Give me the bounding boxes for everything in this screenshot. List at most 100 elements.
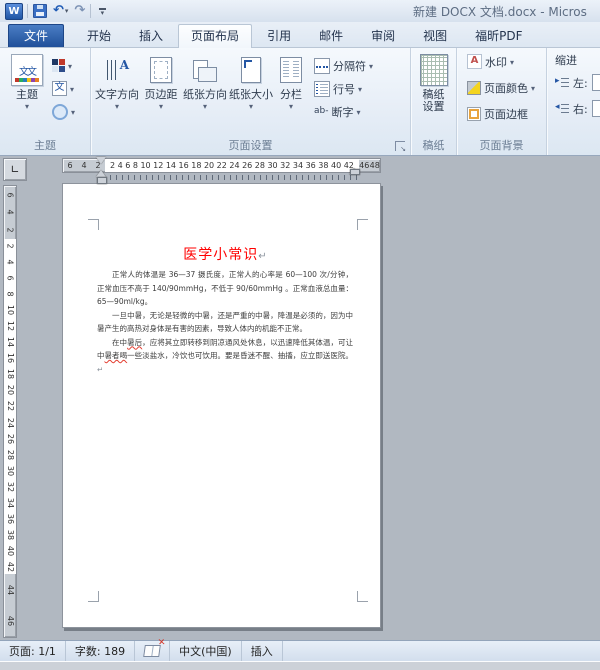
- paper-size-icon: [241, 57, 261, 83]
- vertical-ruler[interactable]: 642 246810121416182022242628303234363840…: [3, 185, 17, 638]
- misspelled-text: 暑后: [127, 338, 142, 347]
- indent-left-field[interactable]: [592, 74, 600, 91]
- status-word-count[interactable]: 字数: 189: [66, 641, 135, 661]
- undo-button[interactable]: [52, 3, 69, 19]
- right-indent-marker-base[interactable]: [350, 169, 360, 175]
- divider: [27, 4, 28, 18]
- margins-button[interactable]: 页边距: [140, 52, 182, 121]
- status-page-number[interactable]: 页面: 1/1: [0, 641, 66, 661]
- status-language[interactable]: 中文(中国): [170, 641, 242, 661]
- orientation-icon: [193, 58, 217, 82]
- dropdown-arrow-icon: [358, 84, 362, 94]
- crop-mark-bottom-right-icon: [357, 591, 368, 602]
- ruler-number: 10: [6, 305, 14, 315]
- document-title[interactable]: 医学小常识↵: [96, 244, 354, 264]
- ruler-number: 32: [280, 161, 290, 170]
- ruler-number: 22: [217, 161, 227, 170]
- hyphenation-button[interactable]: ab- 断字: [314, 102, 373, 121]
- ribbon-tab-3[interactable]: 页面布局: [178, 24, 252, 48]
- theme-fonts-button[interactable]: 文: [52, 79, 75, 98]
- document-page[interactable]: 医学小常识↵ 正常人的体温是 36—37 摄氏度，正常人的心率是 60—100 …: [62, 183, 381, 628]
- window-bottom-edge: [0, 661, 600, 670]
- doc-paragraph-0[interactable]: 正常人的体温是 36—37 摄氏度，正常人的心率是 60—100 次/分钟，正常…: [97, 268, 353, 309]
- crop-mark-bottom-left-icon: [88, 591, 99, 602]
- ruler-number: 2: [110, 161, 115, 170]
- orientation-button[interactable]: 纸张方向: [182, 52, 228, 121]
- status-bar: 页面: 1/1 字数: 189 ✕ 中文(中国) 插入: [0, 640, 600, 661]
- ribbon-tab-0[interactable]: 文件: [8, 24, 64, 47]
- ruler-number: 14: [166, 161, 176, 170]
- dropdown-arrow-icon: [531, 83, 535, 93]
- hyphenation-icon: ab-: [314, 107, 328, 116]
- theme-fonts-icon: 文: [52, 81, 67, 96]
- paper-size-button[interactable]: 纸张大小: [228, 52, 274, 121]
- theme-colors-button[interactable]: [52, 56, 75, 75]
- theme-effects-button[interactable]: [52, 102, 75, 121]
- proofing-error-x-icon: ✕: [157, 638, 166, 648]
- ruler-number: 4: [6, 210, 14, 215]
- ruler-number: 46: [6, 616, 14, 626]
- status-insert-mode[interactable]: 插入: [242, 641, 283, 661]
- ruler-number: 48: [370, 161, 380, 170]
- ribbon-tab-4[interactable]: 引用: [254, 24, 304, 47]
- ribbon-tab-1[interactable]: 开始: [74, 24, 124, 47]
- doc-paragraph-2[interactable]: 在中暑后，应将其立即转移到阴凉通风处休息，以迅速降低其体温，可让中暑者喝一些淡盐…: [97, 336, 353, 377]
- line-numbers-button[interactable]: 行号: [314, 79, 373, 98]
- paper-setup-button[interactable]: 稿纸 设置: [412, 52, 456, 113]
- hruler-ticks: [104, 175, 360, 180]
- ribbon-tab-8[interactable]: 福昕PDF: [462, 24, 535, 47]
- doc-text: 在中: [112, 338, 127, 347]
- page-borders-button[interactable]: 页面边框: [467, 104, 542, 123]
- page-color-button[interactable]: 页面颜色: [467, 78, 542, 97]
- word-app-icon[interactable]: W: [5, 3, 23, 20]
- watermark-icon: A: [467, 54, 482, 69]
- ribbon-tab-6[interactable]: 审阅: [358, 24, 408, 47]
- text-direction-button[interactable]: 文字方向: [94, 52, 140, 121]
- doc-paragraph-1[interactable]: 一旦中暑，无论是轻微的中暑，还是严重的中暑，降温是必须的，因为中暑产生的高热对身…: [97, 309, 353, 336]
- ruler-number: 6: [6, 276, 14, 281]
- ribbon-tab-5[interactable]: 邮件: [306, 24, 356, 47]
- save-icon: [33, 4, 47, 18]
- left-indent-marker[interactable]: [97, 177, 107, 184]
- ruler-number: 24: [229, 161, 239, 170]
- tab-stop-selector[interactable]: ∟: [3, 158, 27, 181]
- hruler-text-area: 24681012141618202224262830323436384042: [105, 159, 359, 172]
- themes-icon: [11, 54, 43, 86]
- columns-button[interactable]: 分栏: [274, 52, 308, 121]
- ribbon-tab-7[interactable]: 视图: [410, 24, 460, 47]
- dropdown-arrow-icon: [289, 101, 293, 111]
- paragraph-group: 缩进 左: 右:: [547, 48, 600, 155]
- dropdown-arrow-icon: [369, 61, 373, 71]
- watermark-button[interactable]: A 水印: [467, 52, 542, 71]
- document-body[interactable]: 正常人的体温是 36—37 摄氏度，正常人的心率是 60—100 次/分钟，正常…: [97, 268, 353, 376]
- themes-button[interactable]: 主题: [4, 52, 50, 121]
- ruler-number: 44: [6, 585, 14, 595]
- redo-button[interactable]: [73, 3, 86, 19]
- ruler-number: 34: [6, 498, 14, 508]
- horizontal-ruler[interactable]: 642 246810121416182022242628303234363840…: [62, 158, 381, 173]
- indent-right-field[interactable]: [592, 100, 600, 117]
- ruler-number: 30: [267, 161, 277, 170]
- group-label: 页面背景: [457, 137, 546, 153]
- page-setup-group: 文字方向 页边距 纸张方向 纸张大小: [91, 48, 411, 155]
- page-borders-icon: [467, 107, 481, 121]
- window-title: 新建 DOCX 文档.docx - Micros: [413, 3, 587, 20]
- ribbon-tab-2[interactable]: 插入: [126, 24, 176, 47]
- margins-icon: [150, 57, 172, 83]
- theme-colors-icon: [52, 59, 65, 72]
- status-proofing-button[interactable]: ✕: [135, 641, 170, 661]
- ruler-number: 32: [6, 482, 14, 492]
- crop-mark-top-right-icon: [357, 219, 368, 230]
- dropdown-arrow-icon: [159, 101, 163, 111]
- breaks-button[interactable]: 分隔符: [314, 56, 373, 75]
- save-button[interactable]: [32, 3, 48, 19]
- quick-access-toolbar: W: [0, 3, 109, 20]
- breaks-icon: [314, 58, 330, 74]
- ruler-number: 28: [255, 161, 265, 170]
- customize-quick-access-button[interactable]: [95, 3, 109, 19]
- hanging-indent-marker[interactable]: [96, 165, 106, 177]
- divider: [90, 4, 91, 18]
- ruler-number: 10: [140, 161, 150, 170]
- ribbon: 主题 文 主: [0, 48, 600, 156]
- dialog-launcher-icon[interactable]: [395, 141, 405, 151]
